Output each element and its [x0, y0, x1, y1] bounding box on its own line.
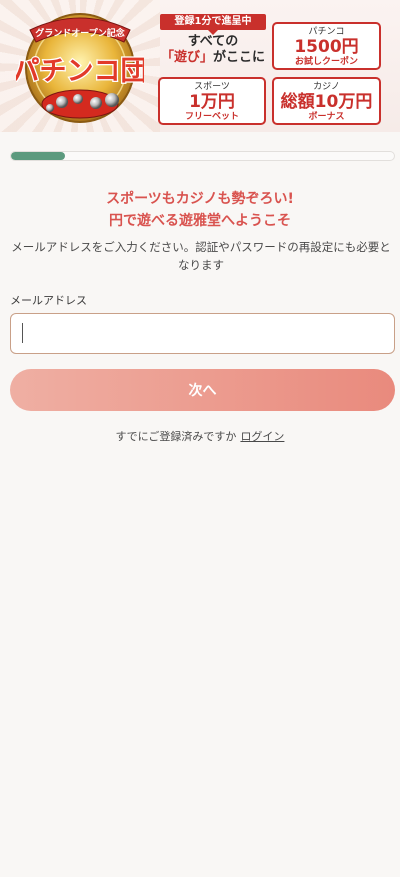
promo-card-casino: カジノ 総額10万円 ボーナス: [272, 77, 381, 125]
promo-card-pachinko: パチンコ 1500円 お試しクーポン: [272, 22, 381, 70]
promo-badge: 登録1分で進呈中: [160, 14, 266, 35]
promo-headline-1: すべての: [187, 34, 239, 49]
logo-text: パチンコ団: [16, 56, 144, 87]
promo-card-value: 総額10万円: [280, 92, 373, 112]
email-instructions: メールアドレスをご入力ください。認証やパスワードの再設定にも必要となります: [11, 240, 391, 272]
promo-card-value: 1万円: [189, 92, 235, 112]
welcome-line-1: スポーツもカジノも勢ぞろい!: [106, 191, 294, 207]
welcome-heading: スポーツもカジノも勢ぞろい! 円で遊べる遊雅堂へようこそ: [0, 188, 400, 232]
promo-headline-rest: がここに: [213, 50, 266, 65]
next-button[interactable]: 次へ: [10, 369, 395, 411]
welcome-line-2: 円で遊べる遊雅堂へようこそ: [109, 213, 291, 229]
promo-card-sub: フリーベット: [184, 112, 239, 122]
login-link[interactable]: ログイン: [240, 430, 284, 443]
promo-headline-highlight: 「遊び」: [160, 50, 213, 65]
registration-progress-bar: [10, 151, 395, 161]
promo-card-sub: お試しクーポン: [294, 57, 358, 67]
logo-ribbon-text: グランドオープン記念: [35, 27, 124, 39]
pachinko-logo: グランドオープン記念 パチンコ団: [16, 13, 144, 123]
promo-banner[interactable]: グランドオープン記念 パチンコ団 登録1分で進呈中 すべての 「遊び」がここに …: [0, 0, 400, 132]
email-label: メールアドレス: [10, 294, 87, 307]
progress-fill: [11, 152, 65, 160]
login-prompt-row: すでにご登録済みですか ログイン: [0, 428, 400, 444]
promo-card-sports: スポーツ 1万円 フリーベット: [158, 77, 266, 125]
text-caret: [22, 323, 23, 343]
promo-card-sub: ボーナス: [308, 112, 345, 122]
email-input[interactable]: [10, 313, 395, 354]
promo-headline-2: 「遊び」がここに: [160, 50, 266, 65]
promo-card-value: 1500円: [294, 37, 359, 57]
login-prompt-text: すでにご登録済みですか: [115, 430, 237, 443]
